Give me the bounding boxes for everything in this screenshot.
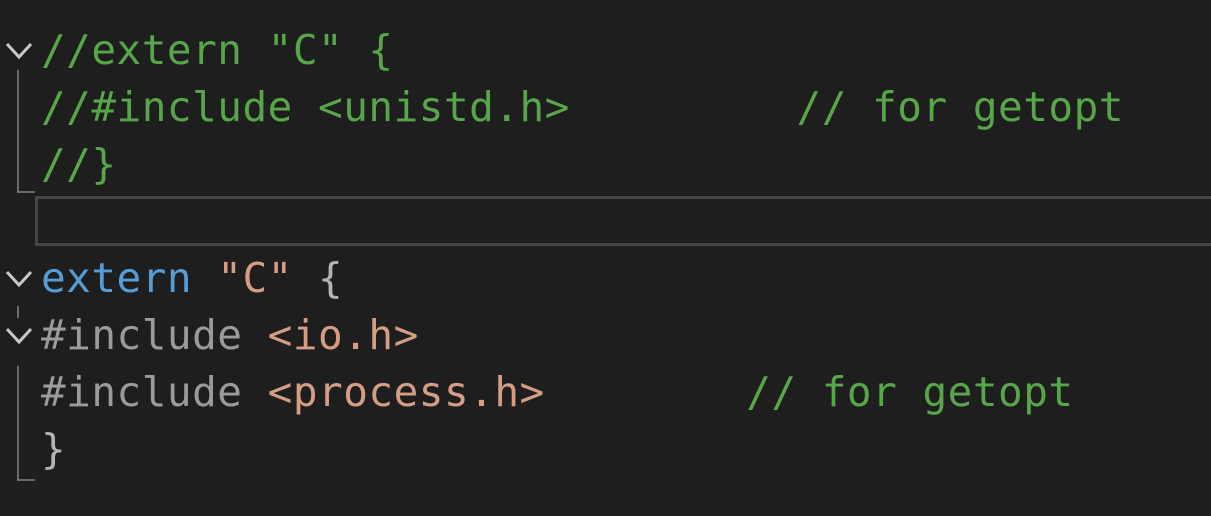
comment-token: // for getopt (746, 368, 1074, 416)
code-line[interactable]: //} (0, 136, 1211, 193)
code-line[interactable]: } (0, 421, 1211, 478)
code-text: //#include <unistd.h> // for getopt (41, 79, 1124, 136)
outline-guide-end (17, 479, 35, 481)
code-line[interactable]: //#include <unistd.h> // for getopt (0, 79, 1211, 136)
preprocessor-token: #include (41, 311, 243, 359)
code-line[interactable]: //extern "C" { (0, 22, 1211, 79)
brace-token: } (41, 425, 67, 473)
brace-token: { (318, 254, 344, 302)
code-text: #include <io.h> (41, 307, 419, 364)
code-line[interactable]: #include <io.h> (0, 307, 1211, 364)
preprocessor-token: #include (41, 368, 243, 416)
comment-token: // for getopt (796, 83, 1124, 131)
include-path-token: <process.h> (267, 368, 545, 416)
code-line-empty[interactable] (0, 193, 1211, 250)
string-token: "C" (217, 254, 293, 302)
include-path-token: <io.h> (267, 311, 419, 359)
code-editor[interactable]: //extern "C" { //#include <unistd.h> // … (0, 0, 1211, 516)
keyword-token: extern (41, 254, 193, 302)
comment-token: //} (41, 140, 117, 188)
code-text: } (41, 421, 66, 478)
code-text: //extern "C" { (41, 22, 394, 79)
code-line[interactable]: extern "C" { (0, 250, 1211, 307)
code-line[interactable]: #include <process.h> // for getopt (0, 364, 1211, 421)
chevron-down-icon[interactable] (4, 325, 34, 347)
code-text: #include <process.h> // for getopt (41, 364, 1074, 421)
code-text: //} (41, 136, 117, 193)
chevron-down-icon[interactable] (4, 40, 34, 62)
code-text: extern "C" { (41, 250, 343, 307)
chevron-down-icon[interactable] (4, 268, 34, 290)
comment-token: //#include <unistd.h> (41, 83, 570, 131)
comment-token: //extern "C" { (41, 26, 394, 74)
